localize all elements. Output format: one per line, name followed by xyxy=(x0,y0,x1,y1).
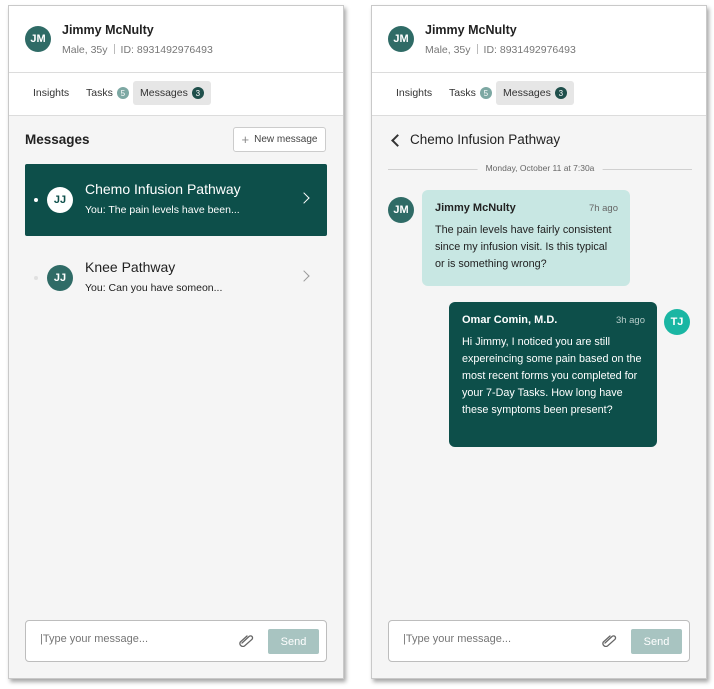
plus-icon: + xyxy=(241,132,250,147)
tab-insights[interactable]: Insights xyxy=(389,81,439,105)
new-message-button[interactable]: + New message xyxy=(233,127,326,152)
date-label: Monday, October 11 at 7:30a xyxy=(477,163,603,173)
tab-bar: Insights Tasks 5 Messages 3 xyxy=(372,73,706,116)
patient-name: Jimmy McNulty xyxy=(425,23,517,37)
thread-title: Chemo Infusion Pathway xyxy=(410,132,561,147)
avatar: JM xyxy=(388,197,414,223)
patient-id: ID: 8931492976493 xyxy=(120,44,213,56)
conversation-preview: You: Can you have someon... xyxy=(85,282,223,294)
thread-header: Chemo Infusion Pathway xyxy=(372,116,706,168)
count-badge: 5 xyxy=(116,87,129,99)
message-composer: Send xyxy=(25,620,327,662)
tab-tasks[interactable]: Tasks 5 xyxy=(442,81,499,105)
new-message-label: New message xyxy=(254,134,318,145)
message-composer: Send xyxy=(388,620,690,662)
message-input[interactable] xyxy=(403,633,583,645)
conversation-title: Chemo Infusion Pathway xyxy=(85,181,241,197)
tab-label: Messages xyxy=(503,87,551,99)
patient-demographics: Male, 35y xyxy=(62,44,108,56)
patient-name: Jimmy McNulty xyxy=(62,23,154,37)
avatar: JJ xyxy=(47,187,73,213)
tab-tasks[interactable]: Tasks 5 xyxy=(79,81,136,105)
message-sender: Omar Comin, M.D. xyxy=(462,314,558,326)
section-title: Messages xyxy=(25,132,90,147)
count-badge: 3 xyxy=(554,87,567,99)
message-sender: Jimmy McNulty xyxy=(435,202,516,214)
conversation-title: Knee Pathway xyxy=(85,259,176,275)
messages-list-panel: JM Jimmy McNulty Male, 35y ID: 8931492976… xyxy=(8,5,344,679)
thread-panel: JM Jimmy McNulty Male, 35y ID: 8931492976… xyxy=(371,5,707,679)
patient-header: JM Jimmy McNulty Male, 35y ID: 8931492976… xyxy=(372,6,706,73)
avatar: JM xyxy=(388,26,414,52)
divider xyxy=(113,44,115,54)
conversation-item[interactable]: JJ Knee Pathway You: Can you have someon… xyxy=(25,242,327,314)
paperclip-icon[interactable] xyxy=(602,635,618,647)
tab-messages[interactable]: Messages 3 xyxy=(133,81,211,105)
message-bubble: Jimmy McNulty 7h ago The pain levels hav… xyxy=(422,190,630,286)
selected-indicator xyxy=(34,198,38,202)
paperclip-icon[interactable] xyxy=(239,635,255,647)
message-bubble: Omar Comin, M.D. 3h ago Hi Jimmy, I noti… xyxy=(449,302,657,447)
avatar: TJ xyxy=(664,309,690,335)
patient-header: JM Jimmy McNulty Male, 35y ID: 8931492976… xyxy=(9,6,343,73)
divider xyxy=(476,44,478,54)
patient-meta: Male, 35y ID: 8931492976493 xyxy=(62,44,213,56)
date-divider: Monday, October 11 at 7:30a xyxy=(388,163,692,175)
message-text: Hi Jimmy, I noticed you are still expere… xyxy=(462,336,642,416)
avatar: JM xyxy=(25,26,51,52)
avatar: JJ xyxy=(47,265,73,291)
tab-messages[interactable]: Messages 3 xyxy=(496,81,574,105)
send-button[interactable]: Send xyxy=(268,629,319,654)
tab-label: Insights xyxy=(33,87,70,99)
tab-label: Tasks xyxy=(449,87,476,99)
chevron-right-icon xyxy=(298,270,310,282)
message-input[interactable] xyxy=(40,633,220,645)
conversation-item[interactable]: JJ Chemo Infusion Pathway You: The pain … xyxy=(25,164,327,236)
patient-meta: Male, 35y ID: 8931492976493 xyxy=(425,44,576,56)
unread-indicator xyxy=(34,276,38,280)
message-text: The pain levels have fairly consistent s… xyxy=(435,224,612,270)
send-button[interactable]: Send xyxy=(631,629,682,654)
patient-demographics: Male, 35y xyxy=(425,44,471,56)
tab-label: Insights xyxy=(396,87,433,99)
tab-label: Messages xyxy=(140,87,188,99)
chevron-left-icon[interactable] xyxy=(391,134,404,147)
message-time: 7h ago xyxy=(588,203,618,214)
tab-bar: Insights Tasks 5 Messages 3 xyxy=(9,73,343,116)
conversation-preview: You: The pain levels have been... xyxy=(85,204,240,216)
count-badge: 3 xyxy=(191,87,204,99)
patient-id: ID: 8931492976493 xyxy=(483,44,576,56)
tab-insights[interactable]: Insights xyxy=(26,81,76,105)
count-badge: 5 xyxy=(479,87,492,99)
tab-label: Tasks xyxy=(86,87,113,99)
message-time: 3h ago xyxy=(615,315,645,326)
chevron-right-icon xyxy=(298,192,310,204)
